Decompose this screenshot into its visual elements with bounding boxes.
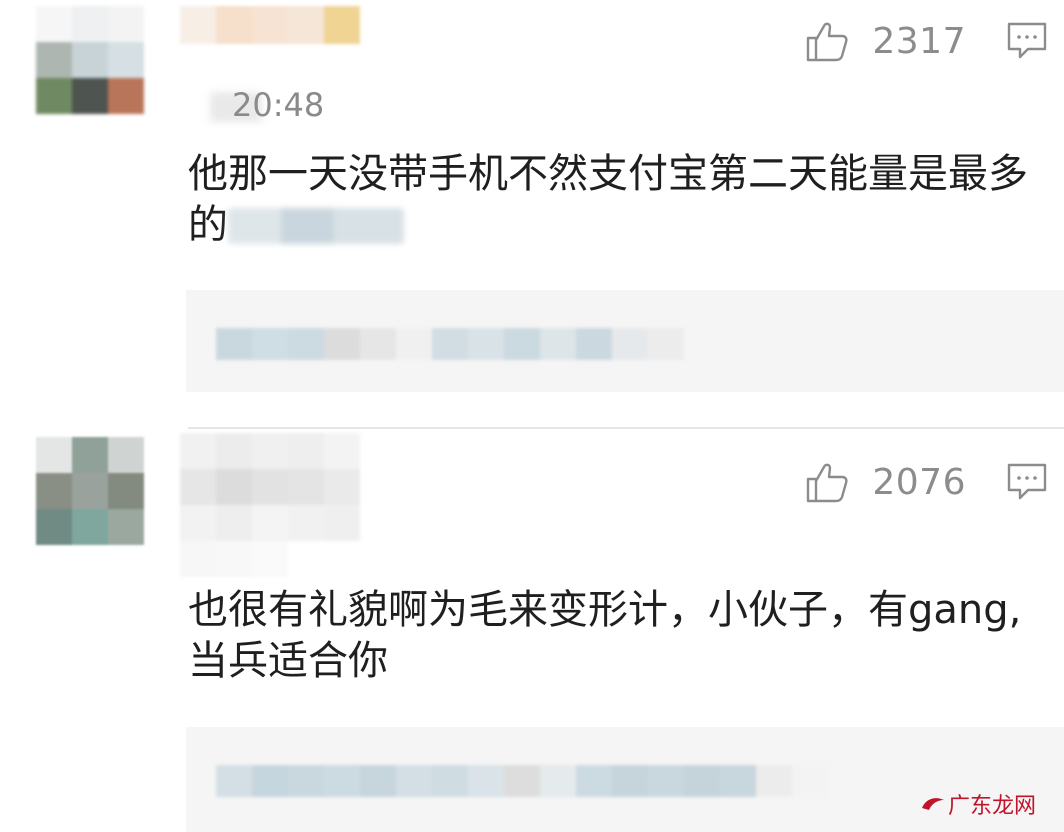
watermark-text: 广东龙网 xyxy=(947,794,1036,819)
thumbs-up-icon[interactable] xyxy=(804,18,850,64)
comment-item: 20:48 2317 他那一天没带手机不然支付宝第二天能量是最多的 xyxy=(0,0,1064,428)
like-count: 2076 xyxy=(872,461,966,503)
reply-preview[interactable] xyxy=(186,290,1064,392)
avatar[interactable] xyxy=(36,6,144,114)
comment-item: 2076 也很有礼貌啊为毛来变形计，小伙子，有gang,当兵适合你 xyxy=(0,429,1064,832)
comment-body: 也很有礼貌啊为毛来变形计，小伙子，有gang,当兵适合你 xyxy=(188,587,1022,684)
comment-actions: 2076 xyxy=(804,459,1048,505)
comment-text: 也很有礼貌啊为毛来变形计，小伙子，有gang,当兵适合你 xyxy=(188,585,1044,687)
comment-bubble-icon[interactable] xyxy=(1006,21,1048,61)
username[interactable] xyxy=(180,6,360,44)
reply-redacted xyxy=(216,765,828,797)
comment-actions: 2317 xyxy=(804,18,1048,64)
like-count: 2317 xyxy=(872,20,966,62)
timestamp: 20:48 xyxy=(232,86,325,124)
comment-text: 他那一天没带手机不然支付宝第二天能量是最多的 xyxy=(188,149,1044,251)
username[interactable] xyxy=(180,433,360,577)
mention-redacted xyxy=(228,208,404,244)
reply-redacted xyxy=(216,328,684,360)
comment-bubble-icon[interactable] xyxy=(1006,462,1048,502)
thumbs-up-icon[interactable] xyxy=(804,459,850,505)
watermark: 广东龙网 xyxy=(920,788,1036,820)
logo-mark-icon xyxy=(921,798,944,810)
avatar[interactable] xyxy=(36,437,144,545)
